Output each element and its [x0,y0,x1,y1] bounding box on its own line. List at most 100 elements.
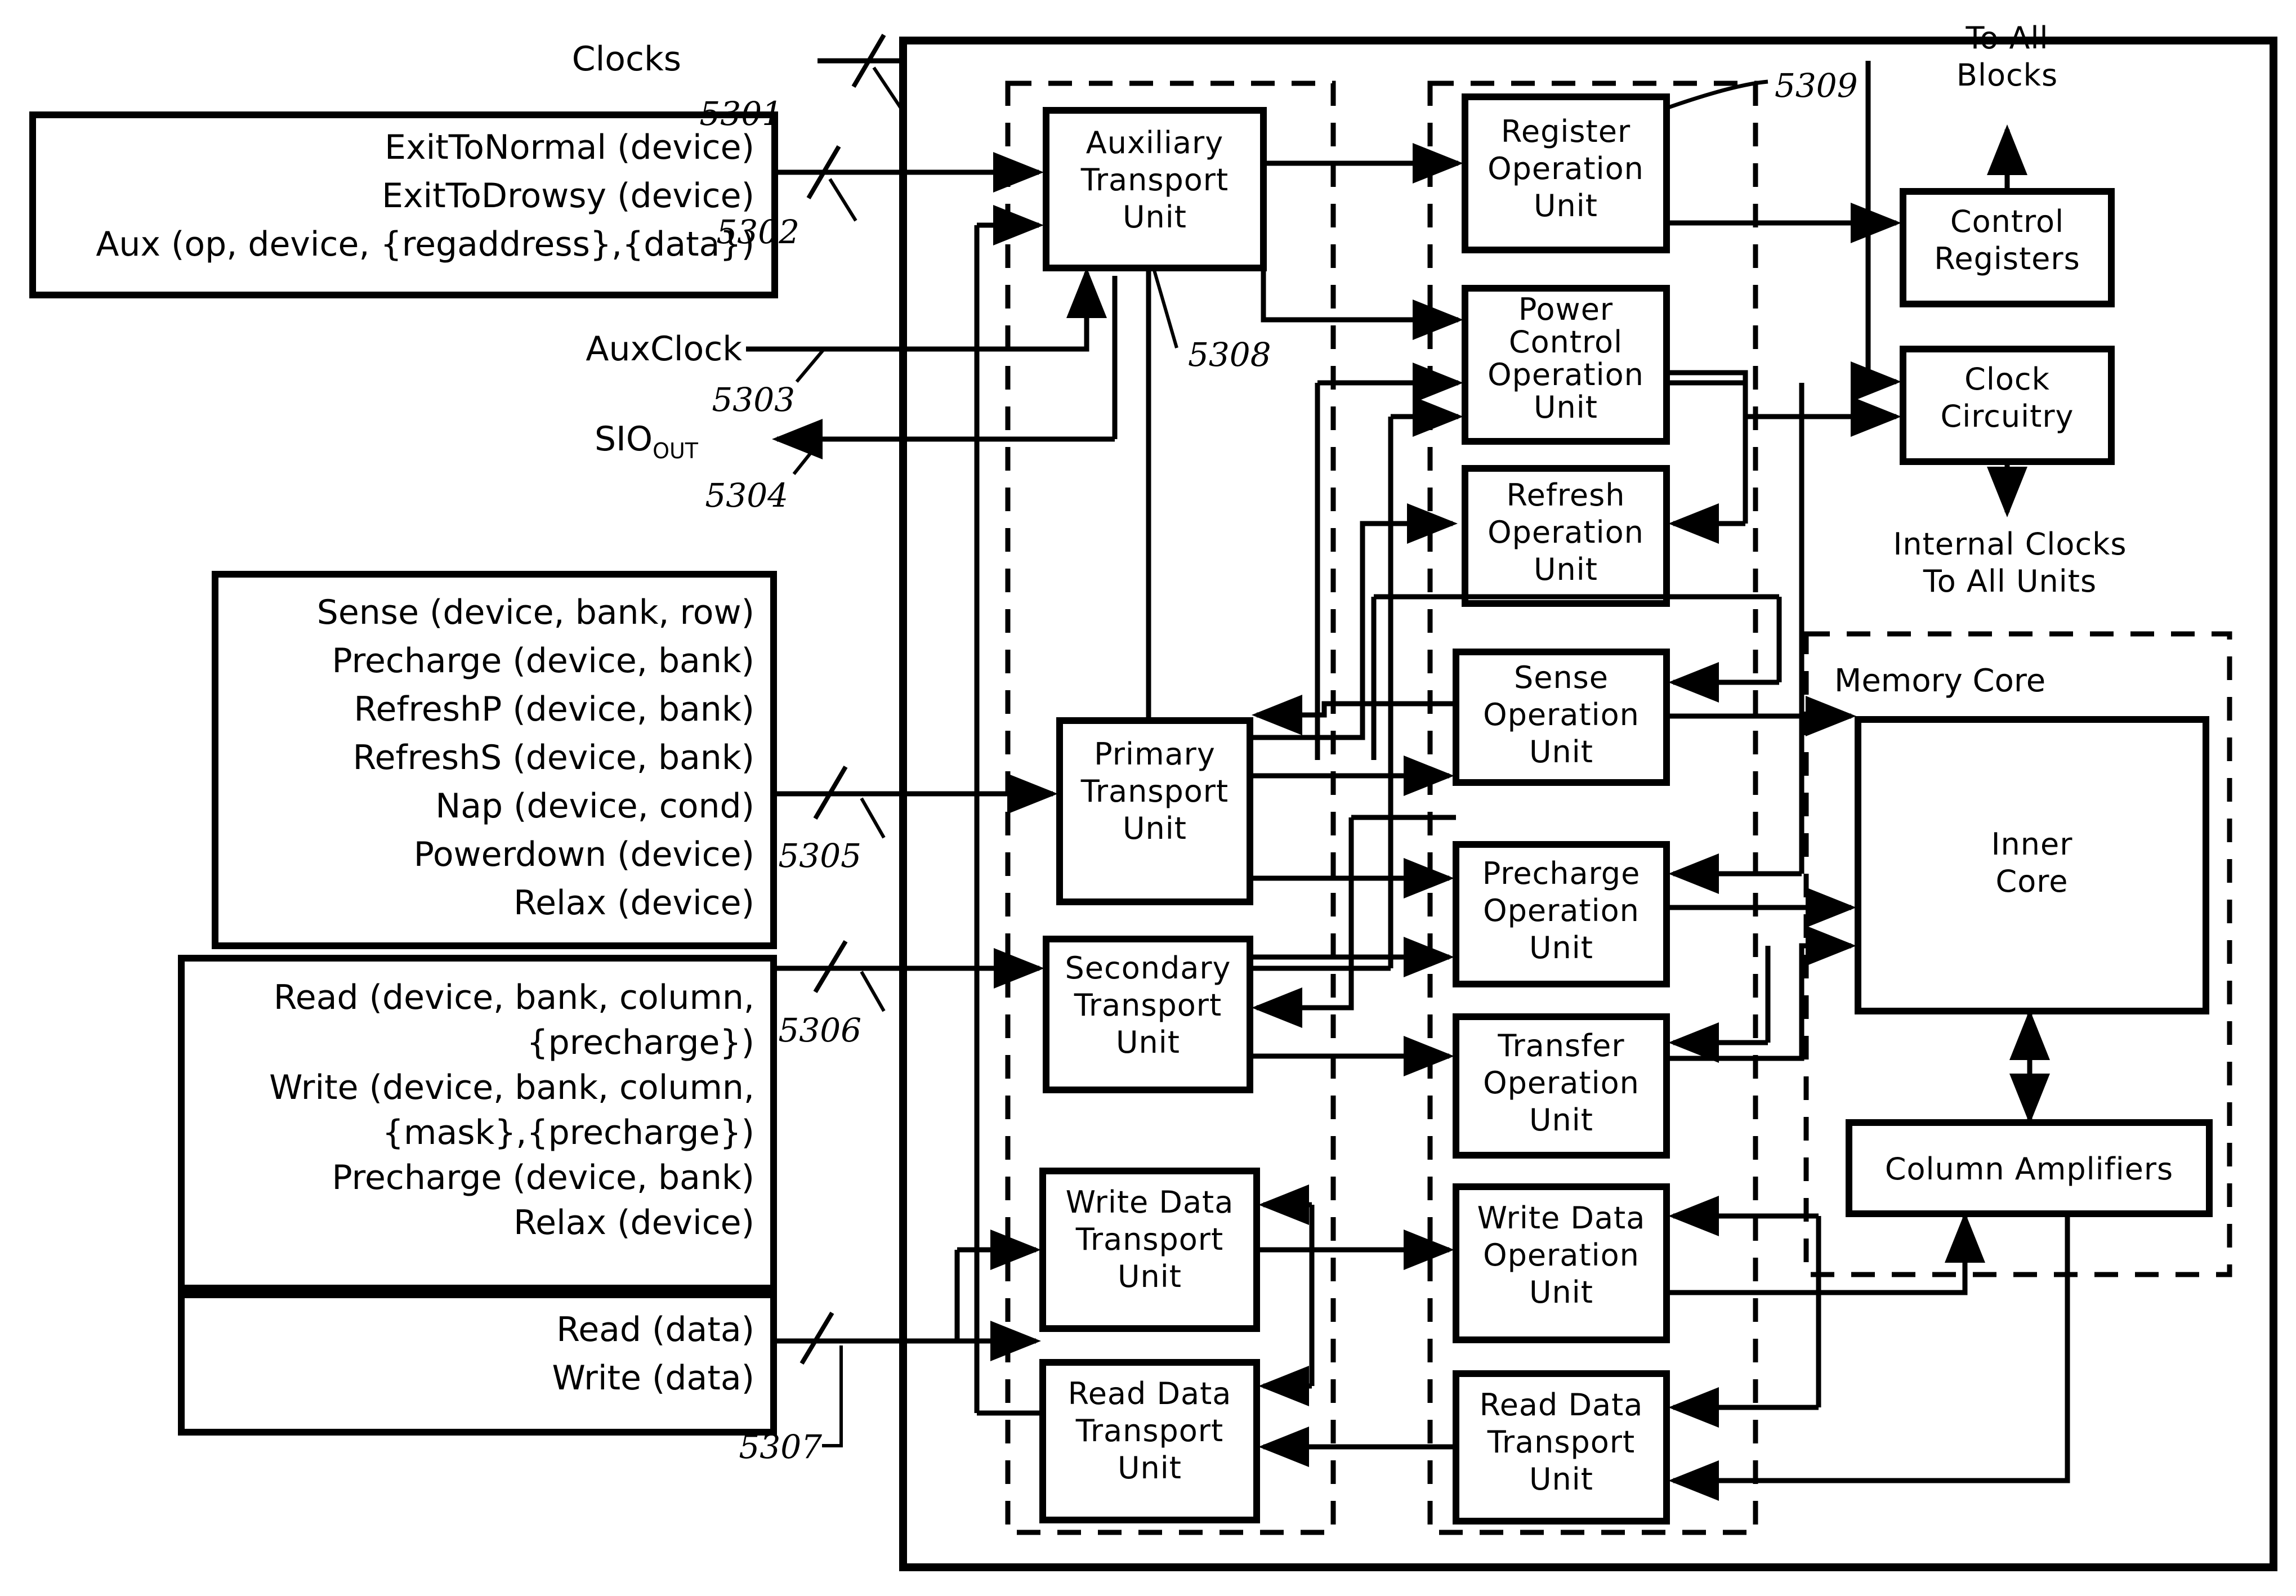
register-operation-unit-label: Register Operation Unit [1488,114,1643,223]
atu-line-3: Unit [1123,199,1187,235]
secondary-transport-unit-label: Secondary Transport Unit [1065,950,1231,1060]
auxiliary-transport-unit-label: Auxiliary Transport Unit [1080,125,1229,235]
ptu-line-2: Transport [1080,774,1229,809]
wire-colamp-to-rdtu [1668,1214,2070,1501]
sec-cmd-line-3: Write (device, bank, column, [269,1068,754,1107]
rdtu-line-1: Read Data [1068,1376,1232,1411]
rou-line-3: Unit [1534,188,1598,223]
clockckt-line-2: Circuitry [1941,399,2074,434]
leader-5305 [860,797,886,839]
refou-line-1: Refresh [1507,477,1625,513]
pri-cmd-line-2: Precharge (device, bank) [332,641,754,681]
rou-line-1: Register [1501,114,1631,149]
aux-cmd-line-2: ExitToDrowsy (device) [382,176,754,216]
leader-5306 [860,971,886,1012]
data-command-box-text: Read (data) Write (data) [552,1310,754,1398]
secondary-command-box-text: Read (device, bank, column, {precharge})… [269,978,754,1242]
primary-transport-unit-label: Primary Transport Unit [1080,736,1229,846]
ptu-line-1: Primary [1094,736,1216,772]
sec-cmd-line-2: {precharge}) [526,1023,754,1062]
wdtu-line-3: Unit [1118,1259,1182,1294]
sio-out-subscript: OUT [653,439,699,463]
to-all-blocks-line-1: To All [1966,20,2049,56]
aux-clock-label: AuxClock [586,329,742,369]
sio-out-label: SIOOUT [595,419,699,463]
ref-5307: 5307 [739,1428,822,1466]
to-all-blocks-line-2: Blocks [1956,57,2058,93]
slash-5307 [799,1311,834,1365]
stu-line-3: Unit [1116,1025,1180,1060]
internal-clocks-annotation: Internal Clocks To All Units [1893,526,2127,599]
rdtu-line-3: Unit [1118,1450,1182,1486]
wire-stu-feedback [1252,817,1354,1028]
read-data-transport-unit-right-label: Read Data Transport Unit [1480,1387,1643,1497]
sec-cmd-line-4: {mask},{precharge}) [382,1113,754,1152]
sou-line-3: Unit [1529,734,1593,770]
aux-cmd-line-3: Aux (op, device, {regaddress},{data}) [96,225,754,264]
read-data-transport-unit-label: Read Data Transport Unit [1068,1376,1232,1486]
pri-cmd-line-7: Relax (device) [513,883,754,923]
aux-cmd-line-1: ExitToNormal (device) [385,128,754,167]
primary-command-box-text: Sense (device, bank, row) Precharge (dev… [317,593,754,923]
ref-5309: 5309 [1775,66,1858,105]
write-data-operation-unit-label: Write Data Operation Unit [1477,1200,1646,1310]
clockckt-line-1: Clock [1964,361,2050,397]
sense-operation-unit-label: Sense Operation Unit [1483,660,1640,770]
rdtur-line-1: Read Data [1480,1387,1643,1423]
wdtu-line-2: Transport [1075,1222,1223,1257]
leader-5308 [1153,270,1178,348]
ctrlreg-line-2: Registers [1934,241,2080,276]
sec-cmd-line-6: Relax (device) [513,1203,754,1242]
sou-line-1: Sense [1514,660,1609,695]
wdou-line-2: Operation [1483,1237,1640,1273]
pri-cmd-line-5: Nap (device, cond) [435,786,754,826]
pri-cmd-line-3: RefreshP (device, bank) [354,690,754,729]
clocks-label: Clocks [572,39,681,79]
pri-cmd-line-4: RefreshS (device, bank) [353,738,754,777]
column-amplifiers-label: Column Amplifiers [1885,1151,2173,1187]
ref-5305: 5305 [778,837,861,875]
memory-core-title: Memory Core [1834,663,2045,699]
write-data-transport-unit-label: Write Data Transport Unit [1066,1184,1234,1294]
control-registers-label: Control Registers [1934,204,2080,276]
ref-5301: 5301 [699,95,783,133]
transfer-operation-unit-label: Transfer Operation Unit [1483,1028,1640,1138]
pcou-line-1: Power [1518,292,1613,327]
leader-5302 [828,178,857,222]
atu-line-1: Auxiliary [1086,125,1223,160]
pri-cmd-line-1: Sense (device, bank, row) [317,593,754,632]
wire-auxclock [746,267,1107,352]
rdtu-line-2: Transport [1075,1413,1223,1449]
aux-command-box-text: ExitToNormal (device) ExitToDrowsy (devi… [96,128,754,264]
rdtur-line-2: Transport [1487,1424,1635,1460]
tou-line-2: Operation [1483,1065,1640,1101]
leader-5301 [872,66,903,109]
refou-line-2: Operation [1488,515,1644,550]
innercore-line-1: Inner [1991,826,2073,862]
leader-5304 [792,439,823,475]
sou-line-2: Operation [1483,697,1640,732]
ref-5303: 5303 [712,381,795,419]
atu-line-2: Transport [1080,162,1229,198]
pcou-line-3: Operation [1488,357,1644,392]
wire-sense-back-to-ptu [1252,695,1456,735]
tou-line-3: Unit [1529,1102,1593,1138]
ref-5306: 5306 [778,1011,861,1049]
innercore-line-2: Core [1996,864,2069,899]
ref-5308: 5308 [1188,336,1271,374]
wdou-line-1: Write Data [1477,1200,1646,1236]
sec-cmd-line-5: Precharge (device, bank) [332,1158,754,1197]
clock-circuitry-label: Clock Circuitry [1941,361,2074,434]
pri-cmd-line-6: Powerdown (device) [414,835,754,874]
data-cmd-line-1: Read (data) [556,1310,754,1349]
pou-line-1: Precharge [1482,856,1641,891]
data-cmd-line-2: Write (data) [552,1358,754,1398]
diagram-svg: Clocks 5301 AuxClock 5303 SIOOUT 5304 53… [29,20,2277,1571]
ref-5304: 5304 [705,476,788,515]
pcou-line-2: Control [1509,324,1623,360]
internal-clocks-line-2: To All Units [1923,564,2097,599]
refou-line-3: Unit [1534,552,1598,587]
refresh-operation-unit-label: Refresh Operation Unit [1488,477,1644,587]
stu-line-2: Transport [1074,987,1222,1023]
internal-clocks-line-1: Internal Clocks [1893,526,2127,562]
